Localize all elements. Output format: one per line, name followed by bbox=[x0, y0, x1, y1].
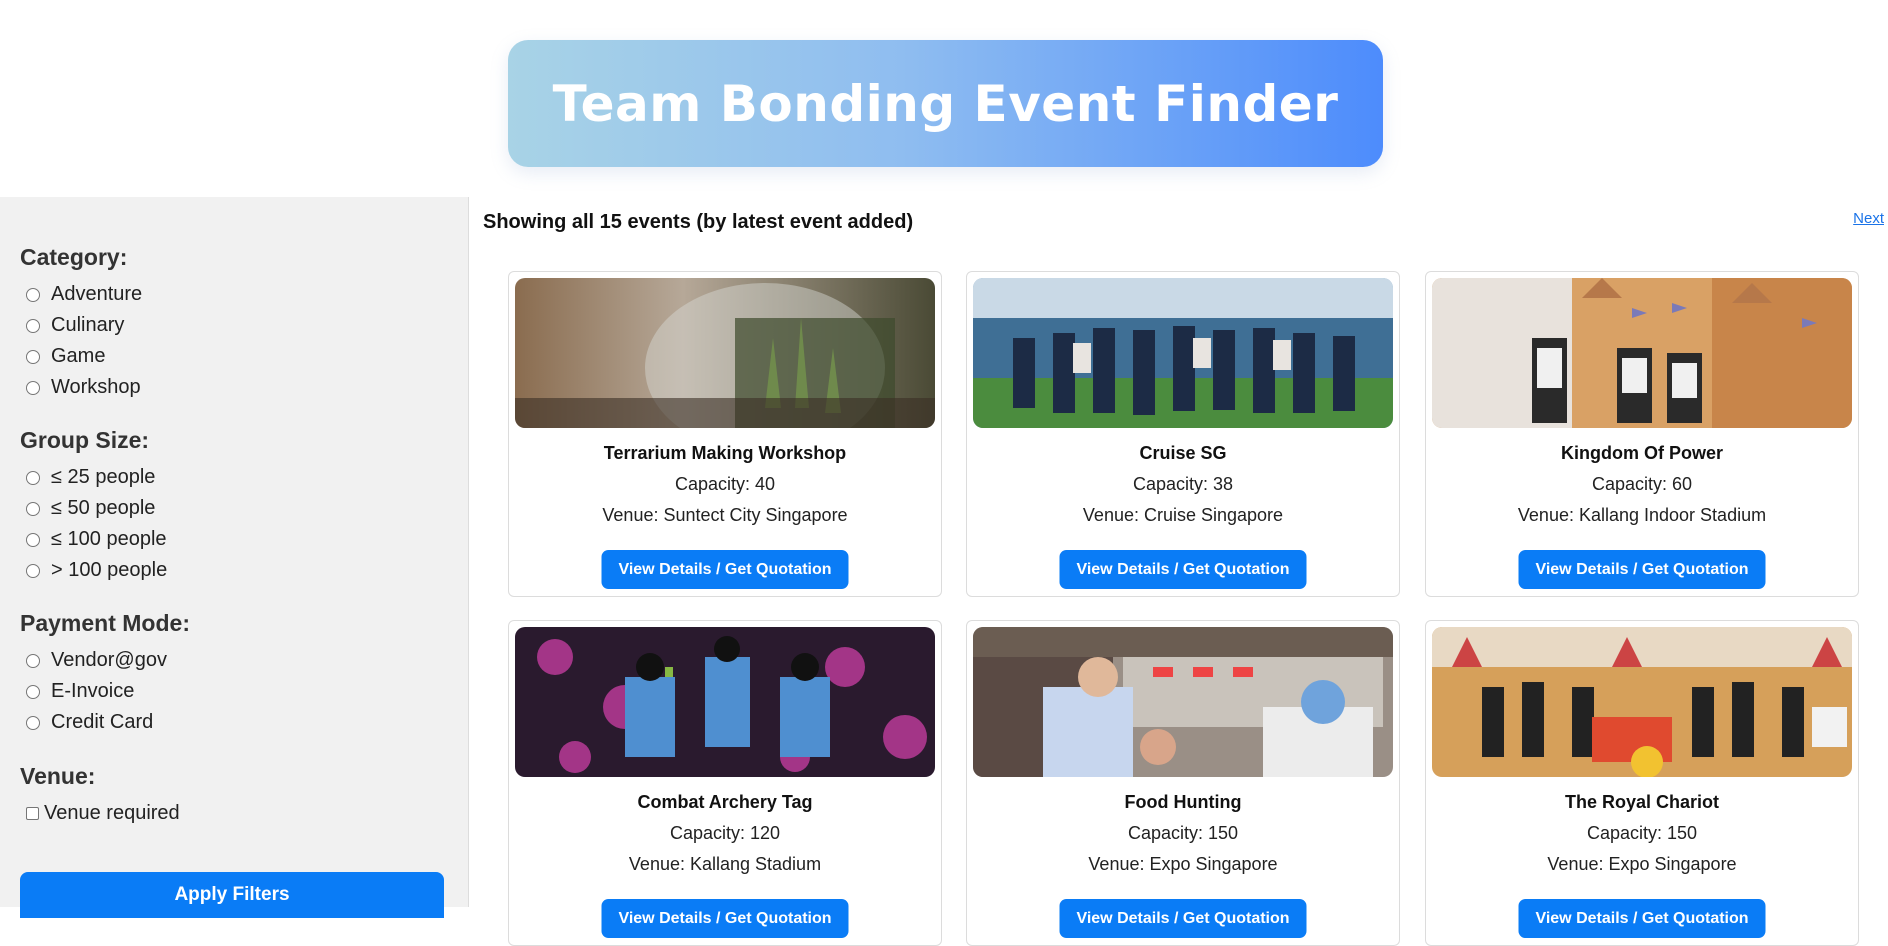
event-title: Terrarium Making Workshop bbox=[603, 443, 847, 463]
view-details-button[interactable]: View Details / Get Quotation bbox=[1059, 550, 1307, 589]
view-details-button[interactable]: View Details / Get Quotation bbox=[601, 899, 849, 938]
event-card: Cruise SG Capacity: 38 Venue: Cruise Sin… bbox=[966, 271, 1400, 597]
event-capacity: Capacity: 150 bbox=[1127, 823, 1239, 843]
event-image bbox=[1432, 627, 1852, 777]
radio-button[interactable] bbox=[26, 563, 40, 578]
group-size-option-100[interactable]: ≤ 100 people bbox=[20, 524, 167, 555]
results-summary: Showing all 15 events (by latest event a… bbox=[483, 211, 914, 233]
radio-button[interactable] bbox=[26, 470, 40, 485]
group-size-option-50[interactable]: ≤ 50 people bbox=[20, 493, 167, 524]
apply-filters-button[interactable]: Apply Filters bbox=[20, 872, 444, 918]
category-title: Category: bbox=[20, 244, 128, 270]
event-title: The Royal Chariot bbox=[1564, 792, 1720, 812]
venue-required-option[interactable]: Venue required bbox=[20, 798, 180, 829]
event-title: Kingdom Of Power bbox=[1561, 443, 1723, 463]
venue-title: Venue: bbox=[20, 763, 96, 789]
event-venue: Venue: Cruise Singapore bbox=[1082, 505, 1284, 525]
view-details-button[interactable]: View Details / Get Quotation bbox=[1518, 899, 1766, 938]
group-size-filter: Group Size: ≤ 25 people ≤ 50 people ≤ 10… bbox=[20, 427, 167, 586]
event-venue: Venue: Kallang Indoor Stadium bbox=[1517, 505, 1767, 525]
payment-option-e-invoice[interactable]: E-Invoice bbox=[20, 676, 190, 707]
view-details-button[interactable]: View Details / Get Quotation bbox=[1059, 899, 1307, 938]
category-option-game[interactable]: Game bbox=[20, 341, 142, 372]
event-card: Food Hunting Capacity: 150 Venue: Expo S… bbox=[966, 620, 1400, 946]
event-capacity: Capacity: 60 bbox=[1591, 474, 1693, 494]
group-size-option-25[interactable]: ≤ 25 people bbox=[20, 462, 167, 493]
payment-option-credit-card[interactable]: Credit Card bbox=[20, 707, 190, 738]
event-image bbox=[973, 627, 1393, 777]
event-capacity: Capacity: 120 bbox=[669, 823, 781, 843]
view-details-button[interactable]: View Details / Get Quotation bbox=[601, 550, 849, 589]
event-capacity: Capacity: 150 bbox=[1586, 823, 1698, 843]
event-venue: Venue: Expo Singapore bbox=[1088, 854, 1278, 874]
results-area: Showing all 15 events (by latest event a… bbox=[470, 197, 1888, 946]
radio-button[interactable] bbox=[26, 532, 40, 547]
event-card: Kingdom Of Power Capacity: 60 Venue: Kal… bbox=[1425, 271, 1859, 597]
event-image bbox=[973, 278, 1393, 428]
event-venue: Venue: Expo Singapore bbox=[1547, 854, 1737, 874]
event-capacity: Capacity: 40 bbox=[674, 474, 776, 494]
view-details-button[interactable]: View Details / Get Quotation bbox=[1518, 550, 1766, 589]
radio-button[interactable] bbox=[26, 380, 40, 395]
radio-button[interactable] bbox=[26, 349, 40, 364]
event-card: The Royal Chariot Capacity: 150 Venue: E… bbox=[1425, 620, 1859, 946]
event-card: Combat Archery Tag Capacity: 120 Venue: … bbox=[508, 620, 942, 946]
page-title: Team Bonding Event Finder bbox=[552, 74, 1339, 133]
payment-filter: Payment Mode: Vendor@gov E-Invoice Credi… bbox=[20, 610, 190, 738]
radio-button[interactable] bbox=[26, 684, 40, 699]
next-page-link[interactable]: Next bbox=[1853, 210, 1884, 227]
event-image bbox=[515, 278, 935, 428]
event-title: Combat Archery Tag bbox=[637, 792, 813, 812]
group-size-option-over-100[interactable]: > 100 people bbox=[20, 555, 167, 586]
radio-button[interactable] bbox=[26, 501, 40, 516]
filter-sidebar: Category: Adventure Culinary Game Worksh… bbox=[0, 197, 469, 918]
event-capacity: Capacity: 38 bbox=[1132, 474, 1234, 494]
category-option-culinary[interactable]: Culinary bbox=[20, 310, 142, 341]
category-option-adventure[interactable]: Adventure bbox=[20, 279, 142, 310]
event-title: Cruise SG bbox=[1139, 443, 1227, 463]
venue-filter: Venue: Venue required bbox=[20, 763, 180, 829]
radio-button[interactable] bbox=[26, 287, 40, 302]
group-size-title: Group Size: bbox=[20, 427, 150, 453]
category-filter: Category: Adventure Culinary Game Worksh… bbox=[20, 244, 142, 403]
venue-required-checkbox[interactable] bbox=[26, 807, 39, 820]
title-banner: Team Bonding Event Finder bbox=[508, 40, 1383, 167]
event-venue: Venue: Suntect City Singapore bbox=[602, 505, 848, 525]
event-image bbox=[1432, 278, 1852, 428]
payment-title: Payment Mode: bbox=[20, 610, 190, 636]
event-card: Terrarium Making Workshop Capacity: 40 V… bbox=[508, 271, 942, 597]
radio-button[interactable] bbox=[26, 653, 40, 668]
radio-button[interactable] bbox=[26, 715, 40, 730]
page-header: Team Bonding Event Finder bbox=[0, 0, 1888, 197]
radio-button[interactable] bbox=[26, 318, 40, 333]
event-venue: Venue: Kallang Stadium bbox=[628, 854, 822, 874]
payment-option-vendor-gov[interactable]: Vendor@gov bbox=[20, 645, 190, 676]
event-title: Food Hunting bbox=[1124, 792, 1242, 812]
category-option-workshop[interactable]: Workshop bbox=[20, 372, 142, 403]
event-image bbox=[515, 627, 935, 777]
